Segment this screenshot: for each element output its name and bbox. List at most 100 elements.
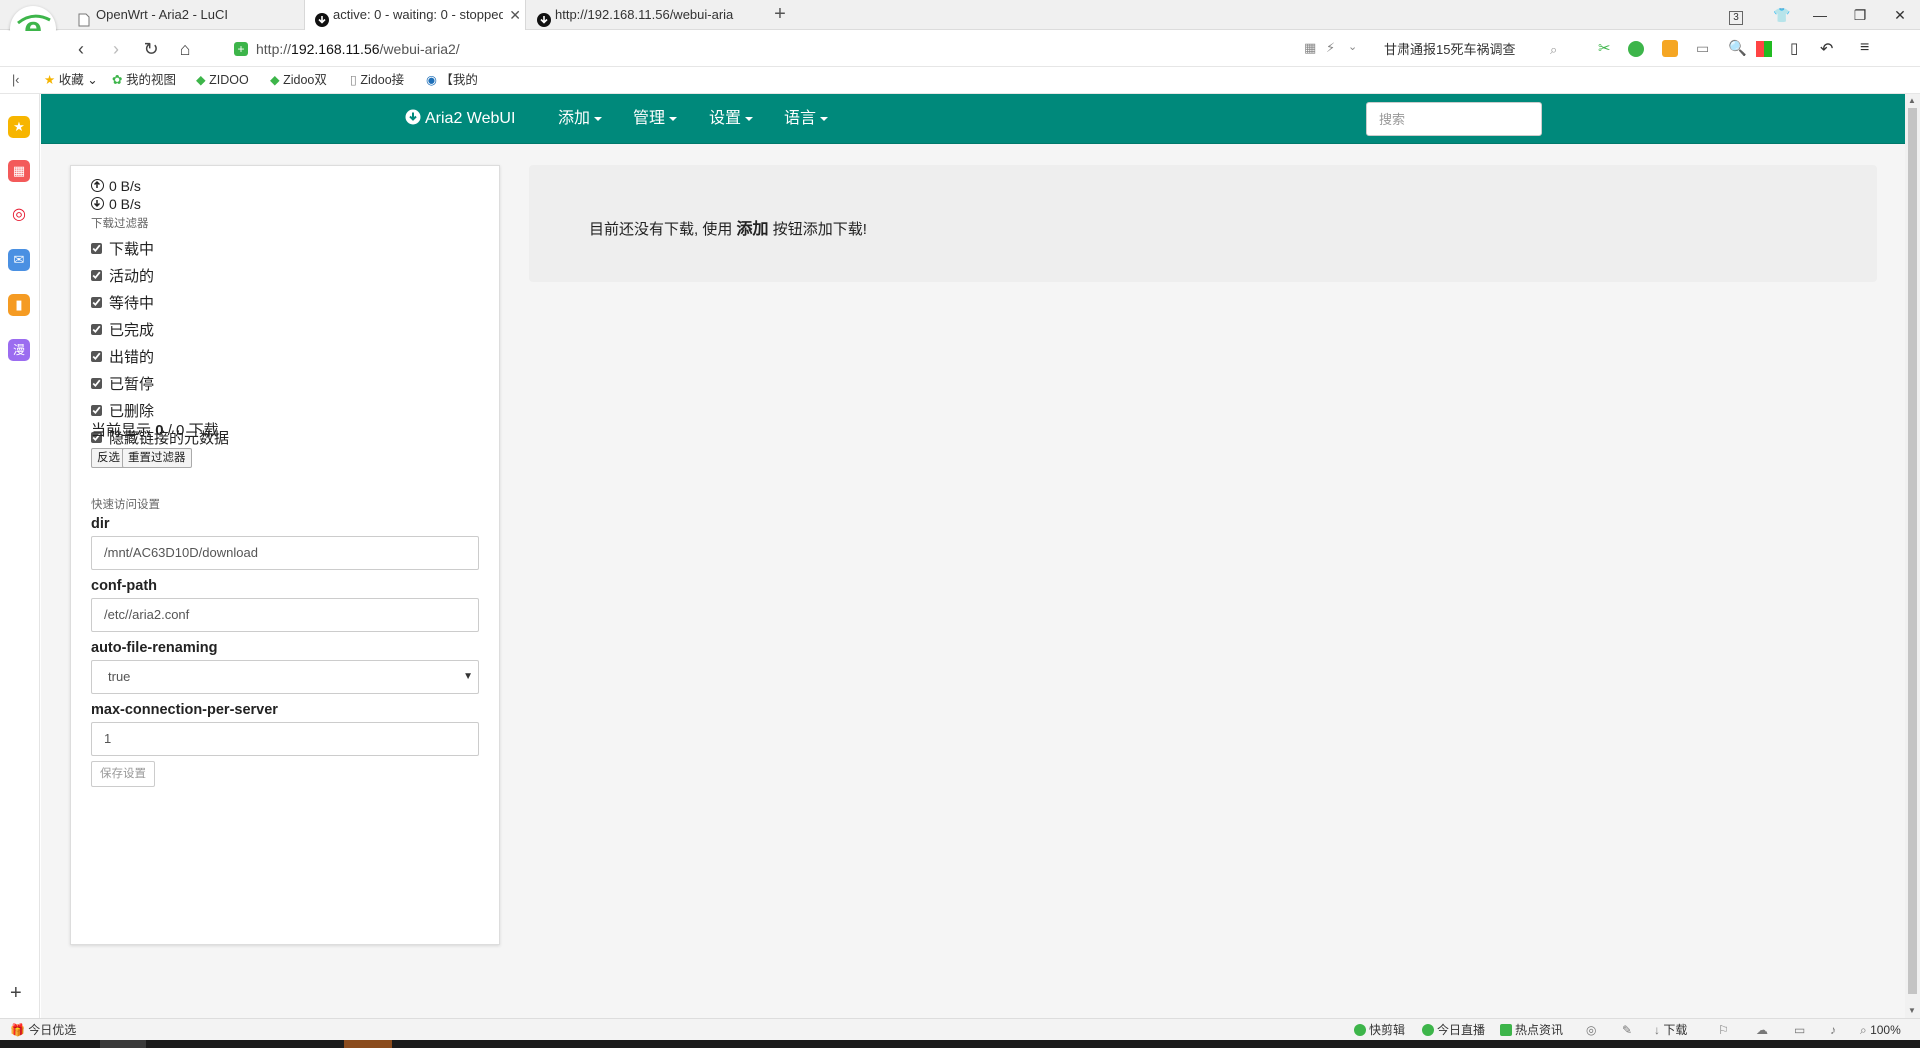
reload-icon[interactable]: ↻ xyxy=(138,36,164,62)
undo-icon[interactable]: ↶ xyxy=(1820,39,1833,59)
menu-manage[interactable]: 管理 xyxy=(633,94,678,144)
dropdown-icon[interactable]: ⌄ xyxy=(1348,40,1357,53)
menu-add[interactable]: 添加 xyxy=(558,94,603,144)
close-tab-icon[interactable]: ✕ xyxy=(509,0,521,30)
apps-icon[interactable] xyxy=(1756,41,1772,57)
filter-item[interactable]: 已删除 xyxy=(91,402,154,422)
secure-shield-icon: + xyxy=(234,42,248,56)
close-window-icon[interactable]: ✕ xyxy=(1880,0,1920,30)
empty-add-word: 添加 xyxy=(736,221,769,238)
home-icon[interactable]: ⌂ xyxy=(172,36,198,62)
bookmark-favorites[interactable]: ★ 收藏 ⌄ xyxy=(44,71,98,89)
menu-label: 管理 xyxy=(633,110,666,127)
bookmark-item[interactable]: ◆ ZIDOO xyxy=(196,71,249,89)
window-icon[interactable]: ▭ xyxy=(1794,1022,1805,1038)
star-icon[interactable]: ★ xyxy=(8,116,30,138)
collapse-sidebar-icon[interactable]: |‹ xyxy=(12,71,19,89)
menu-settings[interactable]: 设置 xyxy=(709,94,754,144)
scroll-down-icon[interactable]: ▼ xyxy=(1908,1006,1916,1015)
status-item[interactable]: 快剪辑 xyxy=(1354,1022,1405,1038)
forward-icon[interactable]: › xyxy=(103,36,129,62)
save-settings-button[interactable]: 保存设置 xyxy=(91,761,155,787)
dir-value: /mnt/AC63D10D/download xyxy=(104,545,258,560)
status-item[interactable]: 今日直播 xyxy=(1422,1022,1485,1038)
dir-input[interactable]: /mnt/AC63D10D/download xyxy=(91,536,479,570)
zoom-label: 100% xyxy=(1870,1023,1901,1037)
shield-icon[interactable] xyxy=(1662,40,1678,57)
filter-item[interactable]: 出错的 xyxy=(91,348,154,368)
manga-icon[interactable]: 漫 xyxy=(8,339,30,361)
mail-icon[interactable]: ✉ xyxy=(8,249,30,271)
bookmark-item[interactable]: ✿ 我的视图 xyxy=(112,71,176,89)
bookmark-item[interactable]: ◆ Zidoo双 xyxy=(270,71,327,89)
minimize-icon[interactable]: — xyxy=(1800,0,1840,30)
weibo-icon[interactable]: ◎ xyxy=(8,204,30,226)
qr-icon[interactable]: ▦ xyxy=(1304,40,1316,56)
taskbar-item[interactable] xyxy=(344,1040,392,1048)
back-icon[interactable]: ‹ xyxy=(68,36,94,62)
bookmark-label: Zidoo接 xyxy=(360,73,405,87)
new-tab-button[interactable]: + xyxy=(765,0,795,30)
calendar-icon[interactable]: ▦ xyxy=(8,160,30,182)
flag-icon[interactable]: ⚐ xyxy=(1718,1022,1729,1038)
scissors-icon[interactable]: ✂ xyxy=(1598,39,1611,57)
add-sidebar-button[interactable]: + xyxy=(10,982,22,1005)
search-icon[interactable]: ⌕ xyxy=(1550,37,1557,63)
status-download[interactable]: ↓ 下载 xyxy=(1654,1022,1687,1038)
restore-icon[interactable]: ❐ xyxy=(1840,0,1880,30)
filter-checkbox[interactable] xyxy=(91,270,102,281)
menu-icon[interactable]: ≡ xyxy=(1860,39,1869,57)
brand-link[interactable]: Aria2 WebUI xyxy=(405,94,515,144)
status-item[interactable]: 热点资讯 xyxy=(1500,1022,1563,1038)
taskbar-item[interactable] xyxy=(100,1040,146,1048)
tab-webui-aria[interactable]: http://192.168.11.56/webui-aria xyxy=(527,0,763,30)
magnifier-icon[interactable]: 🔍 xyxy=(1728,39,1747,57)
today-picks-label: 今日优选 xyxy=(28,1023,77,1037)
filter-item[interactable]: 活动的 xyxy=(91,267,154,287)
lightning-icon[interactable]: ⚡ xyxy=(1326,40,1335,56)
pin-icon[interactable]: ✎ xyxy=(1622,1022,1632,1038)
filter-checkbox[interactable] xyxy=(91,351,102,362)
filter-checkbox[interactable] xyxy=(91,324,102,335)
tab-openwrt[interactable]: OpenWrt - Aria2 - LuCI xyxy=(68,0,303,30)
translate-icon[interactable] xyxy=(1628,41,1644,57)
tab-aria2-webui[interactable]: active: 0 - waiting: 0 - stopped ✕ xyxy=(304,0,526,30)
url-prefix: http:// xyxy=(256,41,292,57)
address-bar[interactable]: + http://192.168.11.56/webui-aria2/ ▦ ⚡ … xyxy=(226,37,1357,63)
browser-icon[interactable]: ◎ xyxy=(1586,1022,1596,1038)
bookmark-item[interactable]: ▯ Zidoo接 xyxy=(350,71,404,89)
filter-item[interactable]: 等待中 xyxy=(91,294,154,314)
speaker-icon[interactable]: ♪ xyxy=(1830,1022,1836,1038)
reset-filter-button[interactable]: 重置过滤器 xyxy=(122,448,192,468)
scroll-up-icon[interactable]: ▲ xyxy=(1908,96,1916,105)
search-input[interactable] xyxy=(1366,102,1542,136)
shirt-icon[interactable]: 👕 xyxy=(1762,0,1802,30)
tablet-icon[interactable]: ▯ xyxy=(1790,39,1798,57)
filter-checkbox[interactable] xyxy=(91,243,102,254)
auto-file-renaming-select[interactable]: true ▼ xyxy=(91,660,479,694)
filter-item[interactable]: 已完成 xyxy=(91,321,154,341)
conf-path-input[interactable]: /etc//aria2.conf xyxy=(91,598,479,632)
image-icon[interactable]: ▭ xyxy=(1696,40,1709,57)
max-connection-input[interactable]: 1 xyxy=(91,722,479,756)
search-box[interactable]: 甘肃通报15死车祸调查 ⌕ xyxy=(1376,37,1576,63)
bookmark-label: 我的视图 xyxy=(125,73,176,87)
cloud-icon[interactable]: ☁ xyxy=(1756,1022,1768,1038)
play-icon xyxy=(1354,1024,1366,1036)
filter-item[interactable]: 下载中 xyxy=(91,240,154,260)
filter-checkbox[interactable] xyxy=(91,297,102,308)
tab-count-badge[interactable]: 3 xyxy=(1716,0,1756,30)
menu-language[interactable]: 语言 xyxy=(784,94,829,144)
scrollbar-thumb[interactable] xyxy=(1908,108,1917,994)
vertical-scrollbar[interactable]: ▲ ▼ xyxy=(1905,94,1920,1018)
gift-icon: 🎁 xyxy=(10,1023,25,1037)
tab-bar: OpenWrt - Aria2 - LuCI active: 0 - waiti… xyxy=(0,0,1920,30)
book-icon[interactable]: ▮ xyxy=(8,294,30,316)
filter-checkbox[interactable] xyxy=(91,378,102,389)
bookmark-item[interactable]: ◉ 【我的 xyxy=(426,71,478,89)
invert-filter-button[interactable]: 反选 xyxy=(91,448,126,468)
filter-item[interactable]: 已暂停 xyxy=(91,375,154,395)
filter-checkbox[interactable] xyxy=(91,405,102,416)
today-picks[interactable]: 🎁 今日优选 xyxy=(10,1022,76,1038)
zoom-level[interactable]: ⌕ 100% xyxy=(1860,1022,1901,1038)
